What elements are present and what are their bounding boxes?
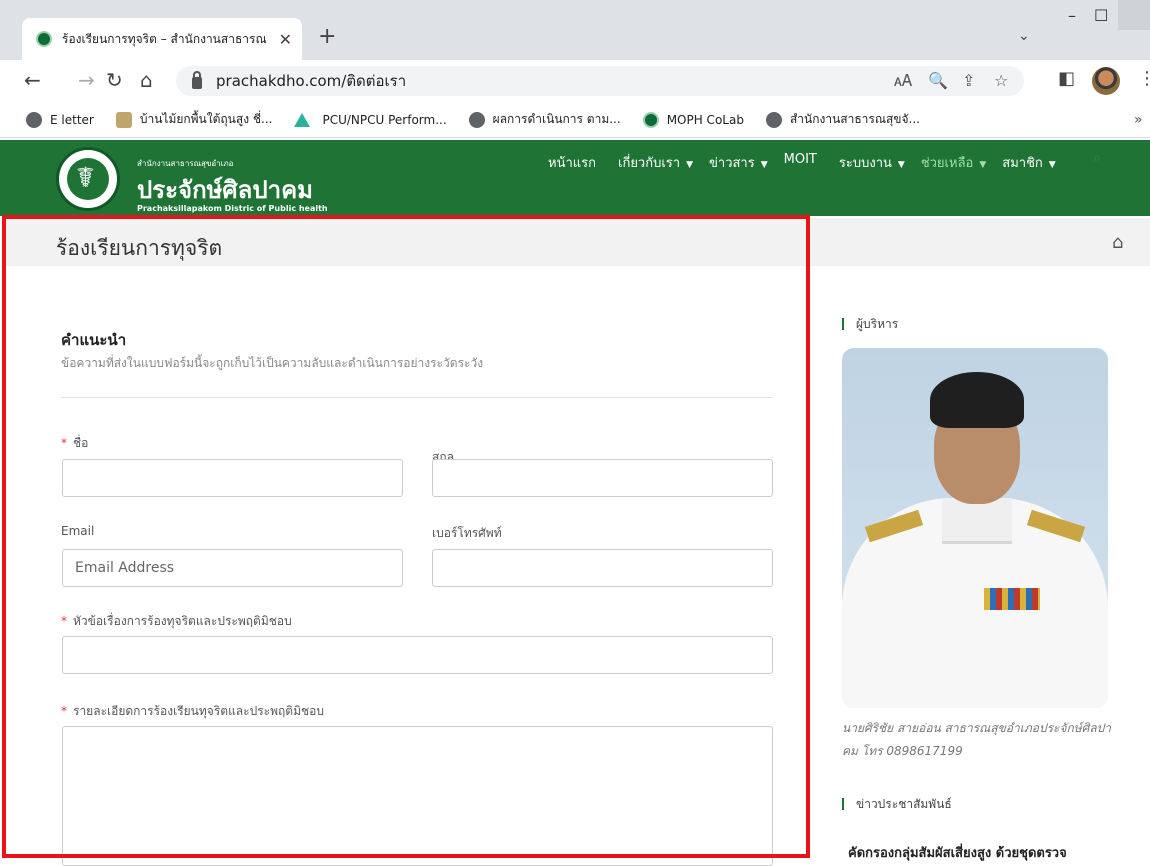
tab-close-icon[interactable]: ✕	[279, 30, 292, 49]
globe-icon	[468, 111, 485, 128]
menu-item-about[interactable]: เกี่ยวกับเรา ▼	[618, 152, 693, 173]
phone-label: เบอร์โทรศัพท์	[432, 526, 502, 540]
bookmark-item[interactable]: PCU/NPCU Perform...	[294, 112, 447, 127]
instructions-heading: คำแนะนำ	[61, 331, 127, 349]
reload-button[interactable]: ↻	[106, 68, 123, 92]
browser-toolbar: ← → ↻ ⌂ prachakdho.com/ติดต่อเรา 🗚 🔍 ⇪ ☆…	[0, 60, 1150, 102]
detail-textarea[interactable]	[62, 726, 773, 866]
emblem-icon	[115, 111, 132, 128]
maximize-window-button[interactable]: ☐	[1094, 6, 1108, 25]
page-title: ร้องเรียนการทุจริต	[56, 236, 223, 260]
translate-icon[interactable]: 🗚	[894, 71, 912, 91]
browser-tabstrip: ร้องเรียนการทุจริต – สำนักงานสาธารณ ✕ + …	[0, 0, 1150, 60]
divider	[61, 397, 772, 398]
logo-subtitle: สำนักงานสาธารณสุขอำเภอ	[137, 159, 234, 168]
bookmark-label: ผลการดำเนินการ ตาม...	[492, 112, 621, 126]
chevron-down-icon: ▼	[686, 160, 694, 170]
menu-item-news[interactable]: ข่าวสาร ▼	[709, 152, 768, 173]
first-name-label: * ชื่อ	[61, 436, 89, 450]
address-bar[interactable]: prachakdho.com/ติดต่อเรา 🗚 🔍 ⇪ ☆	[176, 66, 1024, 96]
bookmark-label: MOPH CoLab	[666, 112, 744, 127]
home-button[interactable]: ⌂	[140, 68, 153, 92]
browser-menu-icon[interactable]: ⋮	[1138, 68, 1150, 89]
main-menu: หน้าแรก เกี่ยวกับเรา ▼ ข่าวสาร ▼ MOIT ระบบ…	[548, 152, 1072, 173]
browser-tab-active[interactable]: ร้องเรียนการทุจริต – สำนักงานสาธารณ ✕	[22, 18, 302, 60]
logo-english-name: Prachaksillapakom Distric of Public heal…	[137, 204, 328, 213]
page-title-bar: ร้องเรียนการทุจริต ⌂	[6, 218, 1150, 266]
site-favicon-icon	[36, 31, 52, 47]
bookmark-item[interactable]: บ้านไม้ยกพื้นใต้ถุนสูง ชี่...	[115, 110, 273, 129]
minimize-window-button[interactable]: –	[1068, 6, 1076, 25]
director-photo	[842, 348, 1108, 708]
bookmark-item[interactable]: MOPH CoLab	[642, 111, 744, 128]
profile-avatar[interactable]	[1092, 67, 1120, 95]
search-icon[interactable]: ⌕	[1093, 150, 1101, 166]
lock-icon[interactable]	[192, 71, 202, 89]
menu-item-home[interactable]: หน้าแรก	[548, 152, 602, 173]
first-name-field[interactable]	[62, 459, 403, 497]
chevron-down-icon: ▼	[760, 160, 768, 170]
bookmark-label: สำนักงานสาธารณสุขจั...	[789, 112, 920, 126]
close-window-button[interactable]	[1118, 0, 1150, 30]
menu-item-help[interactable]: ช่วยเหลือ ▼	[921, 152, 986, 173]
phone-field[interactable]	[432, 549, 773, 587]
globe-icon	[26, 111, 42, 128]
bookmark-label: บ้านไม้ยกพื้นใต้ถุนสูง ชี่...	[139, 112, 273, 126]
bookmark-item[interactable]: สำนักงานสาธารณสุขจั...	[765, 110, 920, 129]
detail-label: * รายละเอียดการร้องเรียนทุจริตและประพฤติม…	[61, 704, 324, 718]
bookmark-label: E letter	[50, 112, 94, 127]
news-heading: ข่าวประชาสัมพันธ์	[842, 798, 952, 810]
site-logo-emblem-icon[interactable]	[56, 147, 120, 211]
menu-item-moit[interactable]: MOIT	[784, 152, 823, 173]
site-header: สำนักงานสาธารณสุขอำเภอ ประจักษ์ศิลปาคม P…	[0, 140, 1150, 216]
home-icon[interactable]: ⌂	[1112, 232, 1123, 253]
menu-item-systems[interactable]: ระบบงาน ▼	[839, 152, 905, 173]
chevron-down-icon: ▼	[1048, 160, 1056, 170]
director-heading: ผู้บริหาร	[842, 318, 898, 330]
bookmark-label: PCU/NPCU Perform...	[322, 112, 447, 127]
director-caption: นายศิริชัย สายอ่อน สาธารณสุขอำเภอประจักษ…	[842, 721, 1111, 758]
triangle-logo-icon	[294, 112, 314, 127]
bookmark-star-icon[interactable]: ☆	[994, 71, 1008, 90]
menu-item-members[interactable]: สมาชิก ▼	[1002, 152, 1055, 173]
email-field[interactable]	[62, 549, 403, 587]
bookmark-item[interactable]: E letter	[26, 111, 94, 128]
instructions-text: ข้อความที่ส่งในแบบฟอร์มนี้จะถูกเก็บไว้เป…	[61, 356, 484, 370]
subject-field[interactable]	[62, 636, 773, 674]
subject-label: * หัวข้อเรื่องการร้องทุจริตและประพฤติมิชอ…	[61, 614, 292, 628]
tab-search-icon[interactable]: ⌄	[1018, 28, 1030, 44]
required-mark: *	[61, 704, 67, 718]
globe-icon	[765, 111, 782, 128]
moph-icon	[642, 111, 659, 128]
new-tab-button[interactable]: +	[318, 24, 336, 49]
bookmark-item[interactable]: ผลการดำเนินการ ตาม...	[468, 110, 621, 129]
last-name-field[interactable]	[432, 459, 773, 497]
bookmarks-bar: E letter บ้านไม้ยกพื้นใต้ถุนสูง ชี่... P…	[0, 102, 1150, 138]
chevron-down-icon: ▼	[897, 160, 905, 170]
email-label: Email	[61, 524, 95, 538]
tab-title: ร้องเรียนการทุจริต – สำนักงานสาธารณ	[62, 31, 267, 46]
url-text[interactable]: prachakdho.com/ติดต่อเรา	[216, 69, 406, 93]
side-panel-icon[interactable]: ◧	[1058, 68, 1075, 89]
back-button[interactable]: ←	[24, 68, 41, 92]
forward-button[interactable]: →	[78, 68, 95, 92]
complaint-form: คำแนะนำ ข้อความที่ส่งในแบบฟอร์มนี้จะถูกเ…	[6, 266, 806, 866]
chevron-down-icon: ▼	[979, 160, 987, 170]
more-bookmarks-icon[interactable]: »	[1134, 112, 1143, 128]
required-mark: *	[61, 436, 67, 450]
news-item-title[interactable]: คัดกรองกลุ่มสัมผัสเสี่ยงสูง ด้วยชุดตรวจ	[848, 842, 1067, 863]
required-mark: *	[61, 614, 67, 628]
zoom-icon[interactable]: 🔍	[928, 71, 948, 90]
share-icon[interactable]: ⇪	[962, 71, 975, 90]
